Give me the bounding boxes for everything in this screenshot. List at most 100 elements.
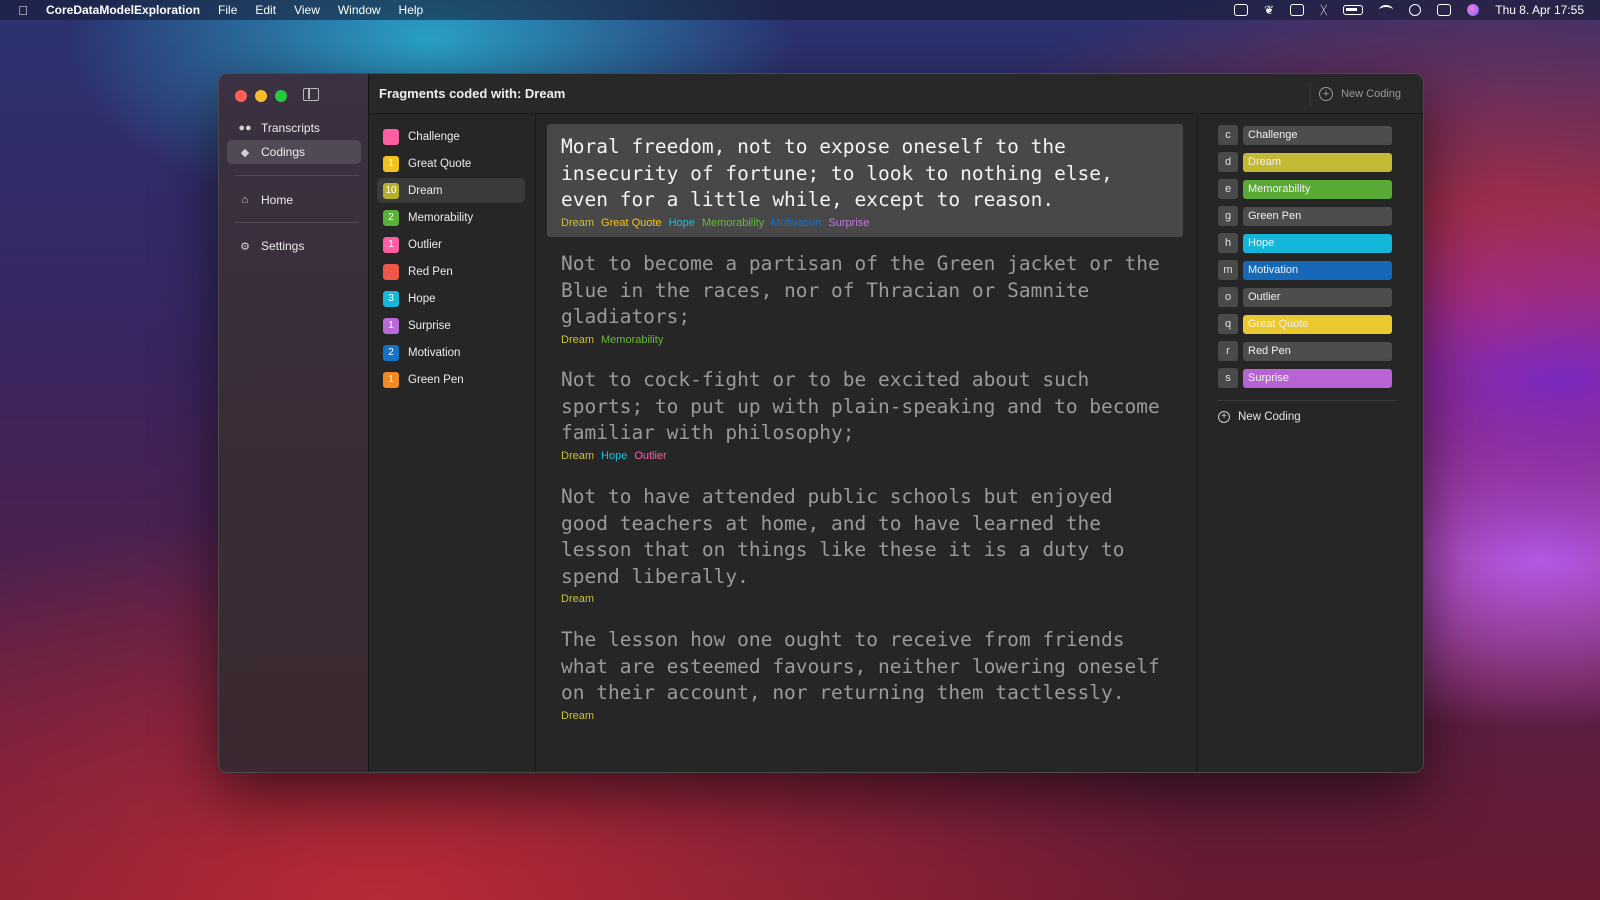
app-window: ●● Transcripts ◆ Codings ⌂ Home ⚙ Settin… (218, 73, 1424, 773)
shortcut-row-motivation[interactable]: m Motivation (1218, 260, 1392, 280)
new-coding-link[interactable]: + New Coding (1218, 411, 1301, 423)
shortcut-row-green-pen[interactable]: g Green Pen (1218, 206, 1392, 226)
app-status-icon[interactable] (1290, 4, 1305, 16)
app-menu[interactable]: CoreDataModelExploration (46, 3, 200, 17)
coding-pill: Red Pen (1243, 341, 1392, 361)
coding-shortcuts-panel: c Challenge d Dream e Memorability g Gre… (1197, 115, 1423, 772)
shortcut-key: d (1218, 152, 1238, 172)
coding-count-badge: 1 (383, 371, 399, 388)
coding-label: Challenge (408, 130, 460, 143)
siri-icon[interactable] (1467, 4, 1480, 16)
control-center-icon[interactable] (1437, 4, 1452, 16)
shortcut-row-hope[interactable]: h Hope (1218, 233, 1392, 253)
shortcut-key: e (1218, 179, 1238, 199)
coding-count-badge (383, 128, 399, 145)
apple-menu-icon[interactable]:  (0, 3, 46, 18)
sidebar-item-label: Settings (261, 239, 305, 253)
minimize-button[interactable] (255, 90, 267, 102)
coding-item-red-pen[interactable]: Red Pen (377, 259, 525, 284)
menu-view[interactable]: View (294, 3, 320, 17)
coding-label: Green Pen (408, 373, 464, 386)
tag-dream[interactable]: Dream (561, 593, 594, 605)
coding-item-green-pen[interactable]: 1 Green Pen (377, 367, 525, 392)
fragment-item[interactable]: Not to become a partisan of the Green ja… (547, 241, 1183, 354)
coding-item-memorability[interactable]: 2 Memorability (377, 205, 525, 230)
coding-item-challenge[interactable]: Challenge (377, 124, 525, 149)
codings-list: Challenge 1 Great Quote 10 Dream 2 Memor… (369, 115, 536, 772)
tag-dream[interactable]: Dream (561, 217, 594, 229)
fragment-item[interactable]: Moral freedom, not to expose oneself to … (547, 124, 1183, 237)
sidebar-item-label: Codings (261, 145, 306, 159)
shortcut-row-great-quote[interactable]: q Great Quote (1218, 314, 1392, 334)
menu-help[interactable]: Help (399, 3, 424, 17)
search-icon[interactable] (1409, 4, 1422, 16)
tag-memorability[interactable]: Memorability (702, 217, 764, 229)
menu-file[interactable]: File (218, 3, 237, 17)
sidebar-item-codings[interactable]: ◆ Codings (227, 140, 361, 164)
coding-item-great-quote[interactable]: 1 Great Quote (377, 151, 525, 176)
shortcut-row-dream[interactable]: d Dream (1218, 152, 1392, 172)
coding-item-outlier[interactable]: 1 Outlier (377, 232, 525, 257)
coding-item-motivation[interactable]: 2 Motivation (377, 340, 525, 365)
shortcut-key: g (1218, 206, 1238, 226)
coding-label: Memorability (408, 211, 474, 224)
menu-bar:  CoreDataModelExploration File Edit Vie… (0, 0, 1600, 20)
clock[interactable]: Thu 8. Apr 17:55 (1495, 3, 1584, 17)
shortcut-row-challenge[interactable]: c Challenge (1218, 125, 1392, 145)
tag-outlier[interactable]: Outlier (634, 450, 666, 462)
shortcut-row-surprise[interactable]: s Surprise (1218, 368, 1392, 388)
tag-hope[interactable]: Hope (669, 217, 695, 229)
coding-count-badge: 3 (383, 290, 399, 307)
tag-hope[interactable]: Hope (601, 450, 627, 462)
tag-dream[interactable]: Dream (561, 334, 594, 346)
divider (235, 175, 359, 176)
fragment-item[interactable]: Not to cock-fight or to be excited about… (547, 357, 1183, 470)
sidebar-item-home[interactable]: ⌂ Home (227, 188, 361, 212)
bluetooth-icon[interactable]: ᚷ (1320, 3, 1327, 17)
shortcut-row-outlier[interactable]: o Outlier (1218, 287, 1392, 307)
fragment-item[interactable]: Not to have attended public schools but … (547, 474, 1183, 613)
sidebar-item-label: Home (261, 193, 294, 207)
coding-label: Surprise (408, 319, 451, 332)
content-header: Fragments coded with: Dream + New Coding (369, 74, 1423, 114)
shortcut-row-red-pen[interactable]: r Red Pen (1218, 341, 1392, 361)
coding-label: Hope (408, 292, 436, 305)
trophy-icon[interactable] (1234, 4, 1248, 16)
window-controls (235, 90, 287, 102)
tag-motivation[interactable]: Motivation (771, 217, 821, 229)
new-coding-label: New Coding (1341, 88, 1401, 100)
coding-item-surprise[interactable]: 1 Surprise (377, 313, 525, 338)
menu-edit[interactable]: Edit (255, 3, 276, 17)
fragment-item[interactable]: The lesson how one ought to receive from… (547, 617, 1183, 730)
coding-label: Great Quote (408, 157, 472, 170)
butterfly-icon[interactable]: ❦ (1264, 3, 1274, 17)
coding-pill: Green Pen (1243, 206, 1392, 226)
sidebar-item-settings[interactable]: ⚙ Settings (227, 234, 361, 258)
tag-surprise[interactable]: Surprise (828, 217, 869, 229)
shortcut-row-memorability[interactable]: e Memorability (1218, 179, 1392, 199)
tag-great-quote[interactable]: Great Quote (601, 217, 662, 229)
new-coding-button[interactable]: + New Coding (1310, 82, 1409, 106)
sidebar-toggle-icon[interactable] (303, 88, 319, 101)
tag-memorability[interactable]: Memorability (601, 334, 663, 346)
coding-pill: Challenge (1243, 125, 1392, 145)
shortcut-key: s (1218, 368, 1238, 388)
close-button[interactable] (235, 90, 247, 102)
coding-item-hope[interactable]: 3 Hope (377, 286, 525, 311)
divider (235, 222, 359, 223)
wifi-icon[interactable] (1379, 5, 1394, 15)
shortcut-key: q (1218, 314, 1238, 334)
menu-window[interactable]: Window (338, 3, 381, 17)
coding-pill: Dream (1243, 152, 1392, 172)
sidebar-item-transcripts[interactable]: ●● Transcripts (227, 116, 361, 140)
new-coding-label: New Coding (1238, 411, 1301, 423)
coding-item-dream[interactable]: 10 Dream (377, 178, 525, 203)
coding-count-badge: 1 (383, 236, 399, 253)
fragment-tags: Dream Great Quote Hope Memorability Moti… (561, 217, 1169, 229)
shortcut-key: c (1218, 125, 1238, 145)
battery-icon[interactable] (1343, 5, 1364, 15)
tag-dream[interactable]: Dream (561, 450, 594, 462)
shortcut-key: h (1218, 233, 1238, 253)
zoom-button[interactable] (275, 90, 287, 102)
tag-dream[interactable]: Dream (561, 710, 594, 722)
